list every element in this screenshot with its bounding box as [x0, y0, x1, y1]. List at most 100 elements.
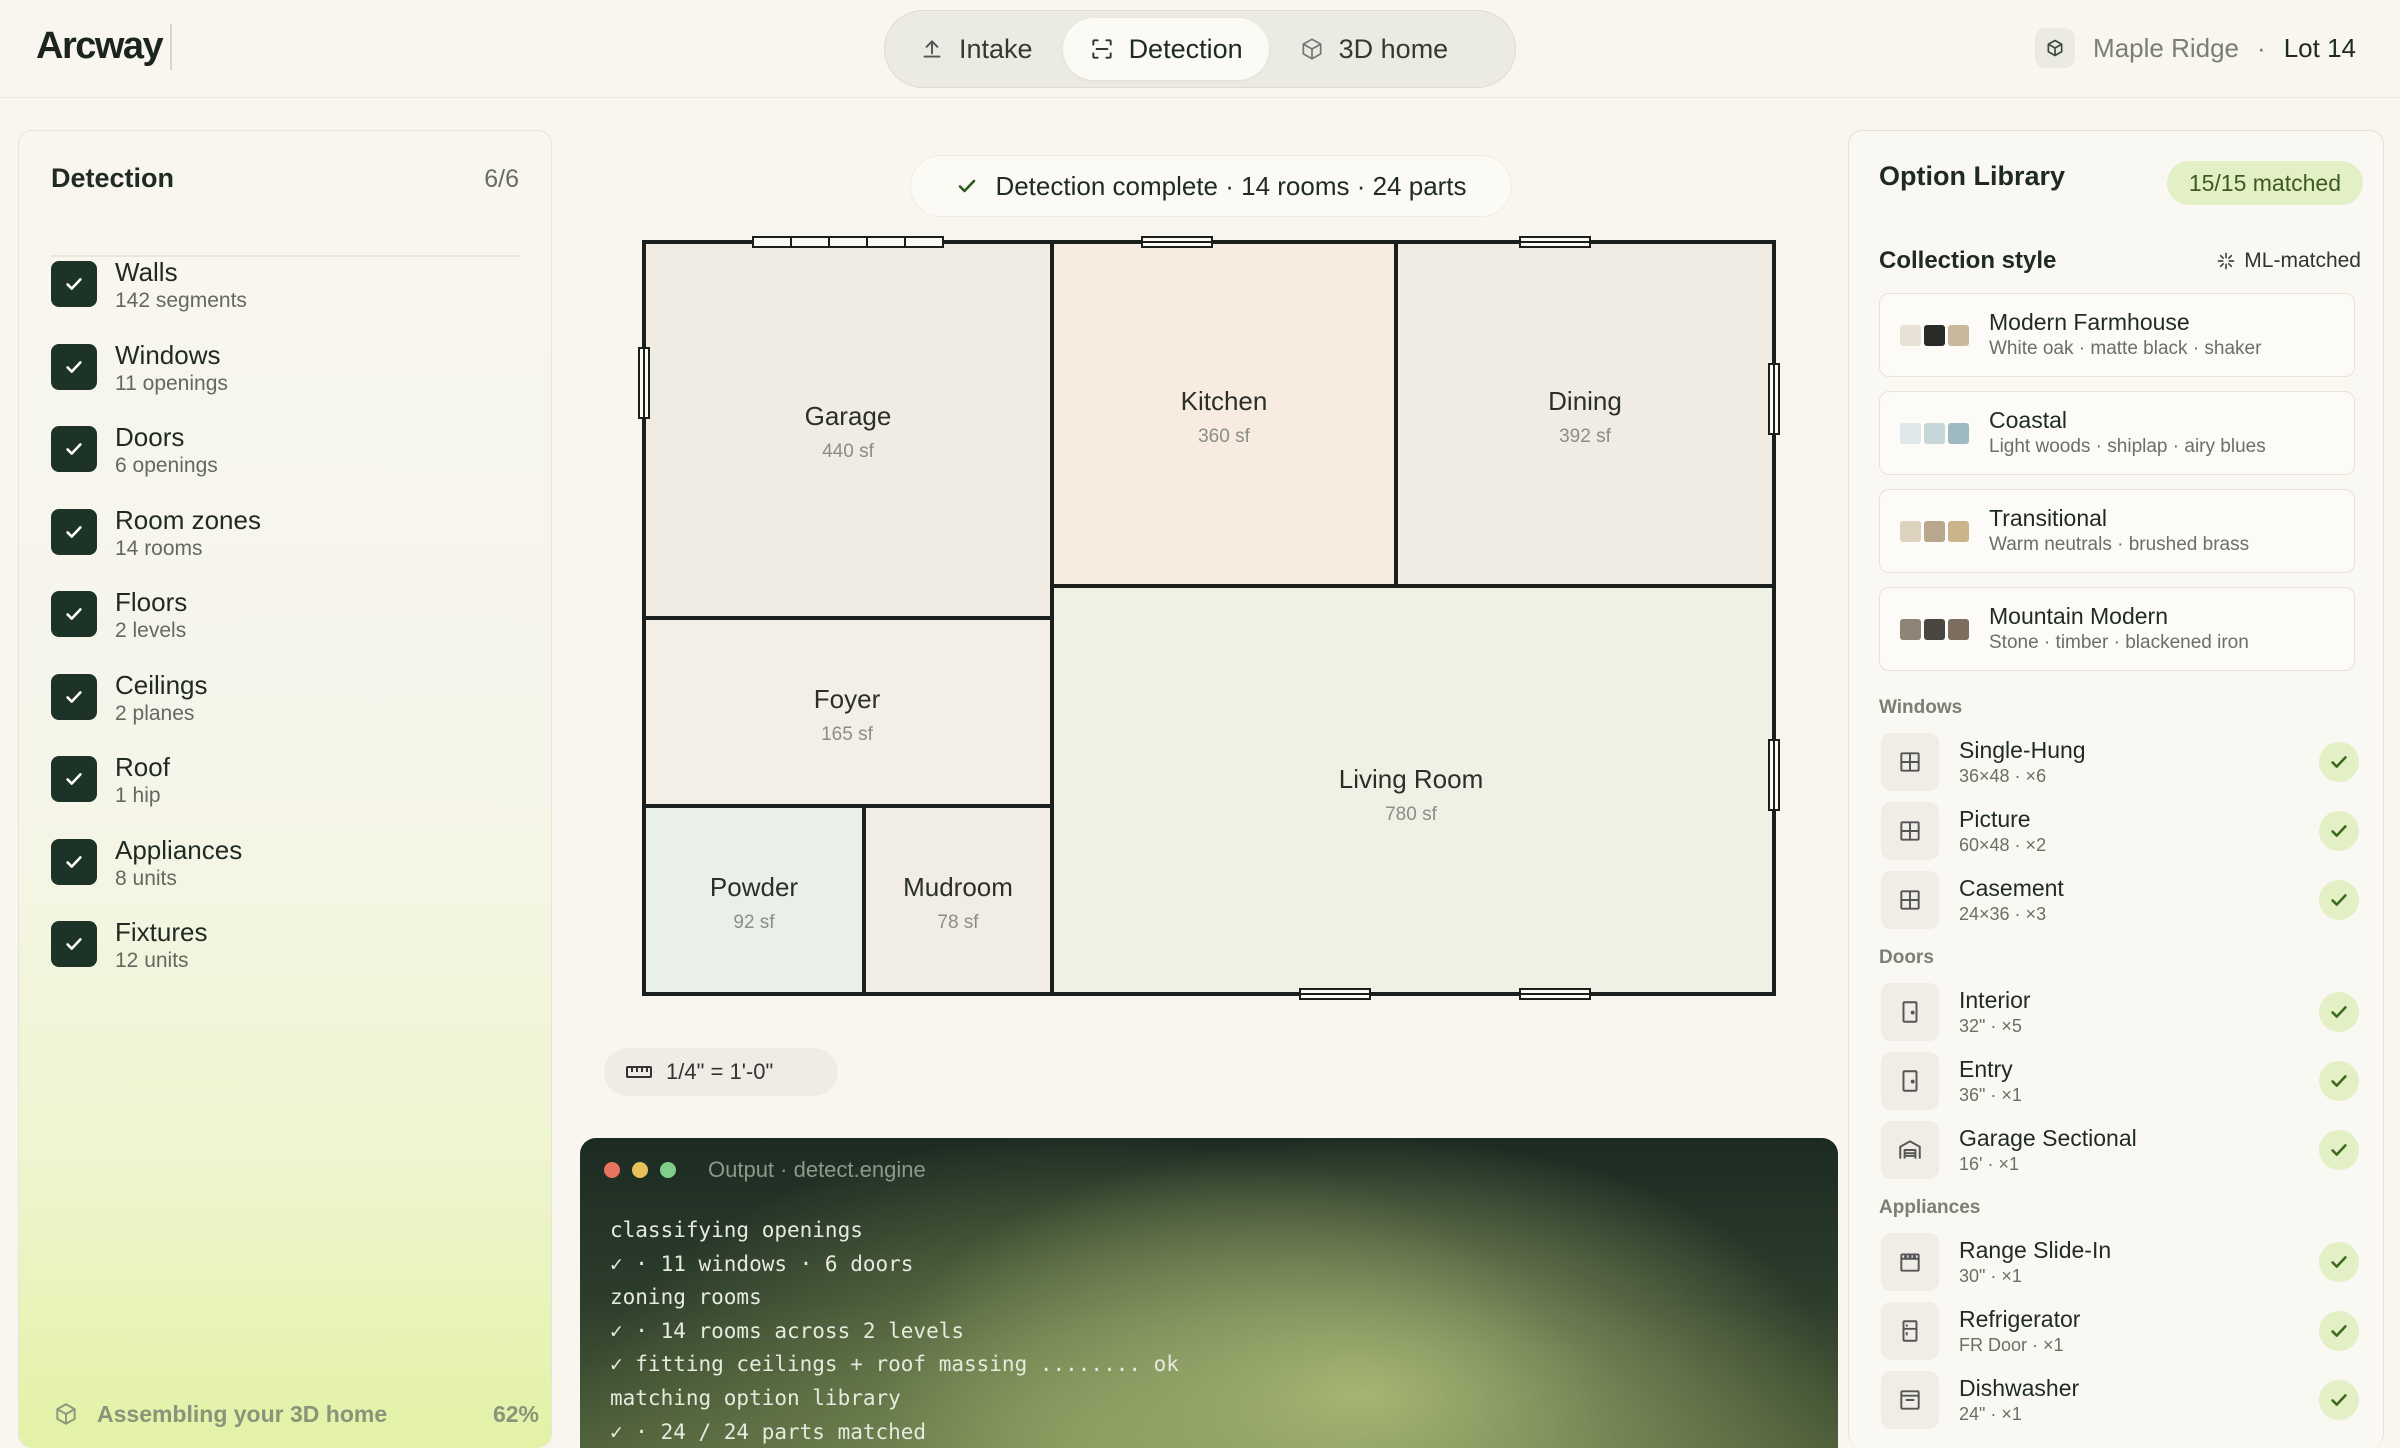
option-item[interactable]: Interior 32" · ×5	[1881, 981, 2359, 1043]
checkbox-checked-icon[interactable]	[51, 261, 97, 307]
tab-3d-home[interactable]: 3D home	[1273, 18, 1475, 80]
option-name: Entry	[1959, 1055, 2013, 1082]
project-separator: ·	[2257, 32, 2266, 63]
room-label: Foyer	[814, 684, 881, 714]
option-name: Casement	[1959, 874, 2064, 901]
style-name: Modern Farmhouse	[1989, 309, 2190, 335]
style-text: Transitional Warm neutrals · brushed bras…	[1989, 504, 2249, 558]
style-card[interactable]: Transitional Warm neutrals · brushed bras…	[1879, 489, 2355, 573]
style-card[interactable]: Mountain Modern Stone · timber · blackene…	[1879, 587, 2355, 671]
detection-item[interactable]: Roof 1 hip	[51, 740, 531, 823]
minimize-dot[interactable]	[632, 1162, 648, 1178]
checkbox-checked-icon[interactable]	[51, 921, 97, 967]
detection-item[interactable]: Room zones 14 rooms	[51, 493, 531, 576]
style-card[interactable]: Modern Farmhouse White oak · matte black …	[1879, 293, 2355, 377]
detection-item-text: Fixtures 12 units	[115, 917, 207, 975]
cube-icon	[56, 1403, 76, 1425]
tab-intake[interactable]: Intake	[893, 18, 1059, 80]
detection-item[interactable]: Appliances 8 units	[51, 823, 531, 906]
detection-item[interactable]: Ceilings 2 planes	[51, 658, 531, 741]
detection-item-text: Windows 11 openings	[115, 340, 228, 398]
window-garage-top[interactable]	[752, 236, 944, 248]
option-item[interactable]: Refrigerator FR Door · ×1	[1881, 1300, 2359, 1362]
maximize-dot[interactable]	[660, 1162, 676, 1178]
detection-item[interactable]: Windows 11 openings	[51, 328, 531, 411]
option-item[interactable]: Single-Hung 36×48 · ×6	[1881, 731, 2359, 793]
detection-status-pill: Detection complete · 14 rooms · 24 parts	[910, 155, 1512, 217]
color-swatch	[1948, 618, 1969, 640]
detection-item-detail: 2 planes	[115, 701, 195, 725]
option-item[interactable]: Casement 24×36 · ×3	[1881, 869, 2359, 931]
style-description: Stone · timber · blackened iron	[1989, 632, 2249, 653]
room-area: 440 sf	[822, 441, 874, 462]
detection-count: 6/6	[484, 165, 519, 193]
app-logo[interactable]: Arcway	[36, 24, 173, 70]
color-swatch	[1948, 422, 1969, 444]
color-swatch	[1924, 520, 1945, 542]
detection-item-text: Roof 1 hip	[115, 752, 170, 810]
option-item[interactable]: Dishwasher 24" · ×1	[1881, 1369, 2359, 1431]
option-name: Picture	[1959, 805, 2031, 832]
style-text: Modern Farmhouse White oak · matte black …	[1989, 308, 2261, 362]
checkbox-checked-icon[interactable]	[51, 838, 97, 885]
matched-check-icon	[2319, 1242, 2359, 1282]
room-area: 78 sf	[937, 912, 979, 933]
checkbox-checked-icon[interactable]	[51, 508, 97, 555]
style-text: Mountain Modern Stone · timber · blackene…	[1989, 602, 2249, 656]
checkbox-checked-icon[interactable]	[51, 591, 97, 637]
color-swatch	[1948, 520, 1969, 542]
console-line: ✓ fitting ceilings + roof massing ......…	[610, 1352, 1179, 1377]
floor-plan[interactable]: Garage 440 sf Kitchen 360 sf Dining 392 …	[628, 228, 1792, 1008]
option-name: Dishwasher	[1959, 1374, 2080, 1401]
scan-icon	[1091, 39, 1112, 59]
style-swatches	[1900, 618, 1969, 640]
detection-item[interactable]: Doors 6 openings	[51, 410, 531, 493]
tab-detection[interactable]: Detection	[1062, 18, 1269, 80]
category-label-doors: Doors	[1879, 947, 1934, 968]
ruler-icon	[626, 1066, 652, 1078]
checkbox-checked-icon[interactable]	[51, 426, 97, 472]
console-title: Output · detect.engine	[708, 1157, 926, 1182]
option-detail: 32" · ×5	[1959, 1015, 2022, 1036]
room-label: Mudroom	[903, 872, 1013, 902]
option-item[interactable]: Picture 60×48 · ×2	[1881, 800, 2359, 862]
matched-check-icon	[2319, 742, 2359, 782]
room-label: Garage	[805, 401, 892, 431]
option-name: Garage Sectional	[1959, 1124, 2137, 1151]
top-bar: Arcway Intake Detection 3D home Maple Ri…	[0, 0, 2400, 98]
style-swatches	[1900, 324, 1969, 346]
refrigerator-icon	[1881, 1302, 1939, 1360]
door-icon	[1881, 983, 1939, 1041]
detection-item-name: Doors	[115, 422, 185, 452]
color-swatch	[1948, 324, 1969, 346]
checkbox-checked-icon[interactable]	[51, 673, 97, 720]
project-selector[interactable]: Maple Ridge · Lot 14	[2035, 28, 2356, 68]
console-header: Output · detect.engine	[580, 1138, 1838, 1202]
detection-item[interactable]: Fixtures 12 units	[51, 905, 531, 988]
matched-check-icon	[2319, 1311, 2359, 1351]
detection-item-name: Windows	[115, 339, 221, 370]
detection-item-detail: 6 openings	[115, 454, 218, 477]
room-label: Living Room	[1339, 764, 1484, 794]
console-line: ✓ · 14 rooms across 2 levels	[610, 1318, 965, 1343]
sparkle-icon	[2217, 252, 2235, 270]
checkbox-checked-icon[interactable]	[51, 343, 97, 390]
option-item[interactable]: Garage Sectional 16' · ×1	[1881, 1119, 2359, 1181]
close-dot[interactable]	[604, 1162, 620, 1178]
category-label-windows: Windows	[1879, 697, 1963, 718]
detection-item[interactable]: Walls 142 segments	[51, 245, 531, 328]
console-line: ✓ · 24 / 24 parts matched	[610, 1419, 927, 1444]
detection-item-name: Floors	[115, 587, 188, 617]
window-icon	[1881, 871, 1939, 929]
detection-item[interactable]: Floors 2 levels	[51, 575, 531, 658]
checkbox-checked-icon[interactable]	[51, 756, 97, 802]
option-detail: FR Door · ×1	[1959, 1334, 2064, 1355]
option-item[interactable]: Range Slide-In 30" · ×1	[1881, 1231, 2359, 1293]
option-text: Casement 24×36 · ×3	[1959, 875, 2064, 926]
room-area: 392 sf	[1559, 426, 1611, 447]
option-item[interactable]: Entry 36" · ×1	[1881, 1050, 2359, 1112]
project-icon	[2035, 28, 2076, 68]
console-line: ✓ · 11 windows · 6 doors	[610, 1251, 914, 1276]
style-card[interactable]: Coastal Light woods · shiplap · airy blue…	[1879, 391, 2355, 475]
ml-matched-indicator: ML-matched	[2216, 249, 2361, 273]
